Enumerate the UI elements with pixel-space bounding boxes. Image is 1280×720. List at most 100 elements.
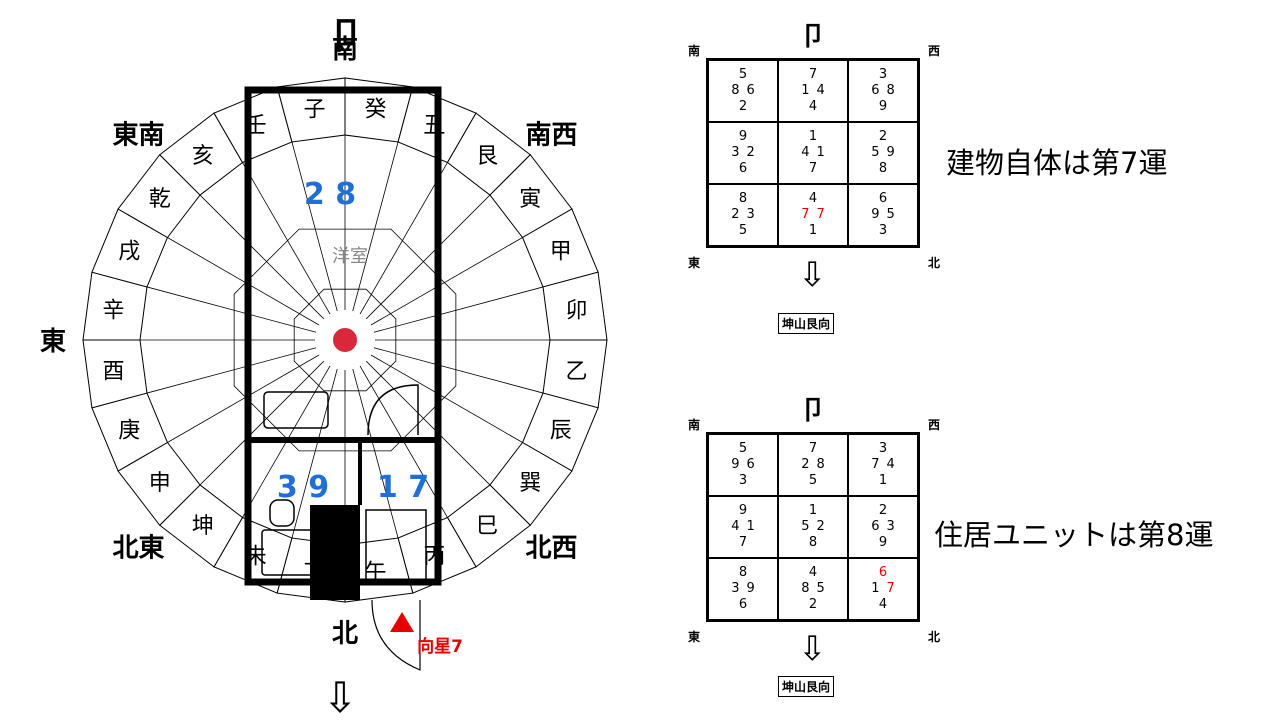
- sector-divider: [199, 360, 325, 486]
- corner-west: 西: [928, 44, 941, 58]
- year-star: 2: [738, 99, 748, 114]
- base-star: 1: [808, 503, 818, 518]
- caption-unit-period: 住居ユニットは第8運: [934, 518, 1214, 552]
- year-star: 6: [738, 161, 748, 176]
- mountain-facing-label: 坤山艮向: [778, 313, 835, 334]
- sector-character: 甲: [550, 240, 572, 265]
- sector-character: 卯: [565, 299, 587, 324]
- sector-character: 丙: [423, 545, 445, 570]
- sector-divider: [199, 194, 325, 320]
- year-star: 4: [878, 597, 888, 612]
- base-star: 3: [878, 67, 888, 82]
- base-star: 9: [738, 129, 748, 144]
- direction-label: 北西: [525, 533, 577, 563]
- mountain-facing-stars: 23: [731, 207, 762, 222]
- year-star: 8: [808, 535, 818, 550]
- facing-star-highlight: 7: [886, 581, 902, 596]
- mountain-symbol: 卩: [328, 16, 364, 57]
- sector-character: 乾: [149, 187, 171, 212]
- sector-character: 子: [304, 97, 326, 122]
- sector-divider: [146, 347, 317, 394]
- mountain-symbol: 卩: [800, 22, 827, 52]
- corner-north: 北: [928, 630, 941, 644]
- caption-building-period: 建物自体は第7運: [946, 146, 1168, 180]
- mountain-facing-stars: 28: [801, 457, 832, 472]
- palace-cell: 1 52 8: [778, 496, 848, 558]
- base-star: 8: [738, 565, 748, 580]
- sector-character: 丑: [423, 113, 445, 138]
- base-star: 7: [808, 441, 818, 456]
- sector-divider: [370, 354, 523, 443]
- direction-label: 東南: [113, 121, 165, 151]
- palace-cell: 4 85 2: [778, 558, 848, 620]
- year-star: 5: [808, 473, 818, 488]
- mountain-facing-stars: 86: [731, 83, 762, 98]
- palace-cell: 9 41 7: [708, 496, 778, 558]
- facing-arrow: ⇩: [798, 255, 827, 295]
- sector-character: 辰: [550, 418, 572, 443]
- mountain-facing-stars: 52: [801, 519, 832, 534]
- sector-divider: [291, 141, 338, 312]
- year-star: 3: [878, 223, 888, 238]
- year-star: 4: [808, 99, 818, 114]
- facing-arrow: ⇩: [798, 629, 827, 669]
- direction-label: 北東: [113, 533, 165, 563]
- base-star: 6: [878, 565, 888, 580]
- palace-cell: 6 95 3: [848, 184, 918, 246]
- sector-divider: [365, 360, 491, 486]
- sector-divider: [352, 141, 399, 312]
- palace-cell: 4 77 1: [778, 184, 848, 246]
- palace-cell: 1 41 7: [778, 122, 848, 184]
- corner-east: 東: [688, 630, 701, 644]
- sector-character: 未: [245, 545, 267, 570]
- year-star: 7: [738, 535, 748, 550]
- base-star: 5: [738, 67, 748, 82]
- sector-divider: [370, 237, 523, 326]
- sector-character: 酉: [102, 359, 124, 384]
- mountain-facing-stars: 41: [731, 519, 762, 534]
- palace-cell: 9 32 6: [708, 122, 778, 184]
- sector-divider: [167, 354, 320, 443]
- year-star: 7: [808, 161, 818, 176]
- direction-label: 東: [40, 327, 66, 357]
- base-star: 7: [808, 67, 818, 82]
- palace-cell: 8 39 6: [708, 558, 778, 620]
- base-star: 3: [878, 441, 888, 456]
- palace-cell: 8 23 5: [708, 184, 778, 246]
- compass-floor-plan: 未坤申庚酉辛戌乾亥壬子癸丑艮寅甲卯乙辰巽巳丙午丁 南西西北西北北東東東南南 卩 …: [40, 16, 608, 720]
- mountain-facing-stars: 85: [801, 581, 832, 596]
- flying-star-chart-unit: 卩 南 西 東 北 5 96 3 7 28 5 3 74 1 9 41 7 1 52 8 2 63 9 8 39 6 4 8…: [688, 396, 948, 714]
- sector-character: 壬: [245, 113, 267, 138]
- blue-number-bath: 3 9: [277, 470, 329, 505]
- mountain-facing-stars: 41: [801, 145, 832, 160]
- sector-divider: [373, 286, 544, 333]
- base-star: 2: [878, 129, 888, 144]
- facing-star-label: 向星7: [417, 636, 463, 657]
- base-star: 5: [738, 441, 748, 456]
- year-star: 1: [878, 473, 888, 488]
- mountain-facing-stars: 59: [871, 145, 902, 160]
- palace-cell: 3 68 9: [848, 60, 918, 122]
- base-star: 2: [878, 503, 888, 518]
- sector-character: 亥: [192, 144, 214, 169]
- sector-character: 申: [149, 471, 171, 496]
- star-grid: 5 96 3 7 28 5 3 74 1 9 41 7 1 52 8 2 63 9 8 39 6 4 85 2 6 17 4: [706, 432, 920, 622]
- sector-character: 乙: [565, 359, 587, 384]
- mountain-facing-label: 坤山艮向: [778, 676, 835, 697]
- sector-character: 午: [364, 561, 386, 586]
- corner-south: 南: [688, 44, 701, 58]
- year-star: 2: [808, 597, 818, 612]
- sector-character: 戌: [118, 240, 140, 265]
- mountain-symbol: 卩: [800, 396, 827, 426]
- corner-east: 東: [688, 256, 701, 270]
- year-star: 8: [878, 161, 888, 176]
- mountain-facing-stars: 77: [801, 207, 832, 222]
- blue-number-living: 2 8: [304, 177, 356, 212]
- corner-south: 南: [688, 418, 701, 432]
- mountain-facing-stars: 14: [801, 83, 832, 98]
- palace-cell: 2 63 9: [848, 496, 918, 558]
- palace-cell: 2 59 8: [848, 122, 918, 184]
- sector-divider: [373, 347, 544, 394]
- mountain-facing-stars: 63: [871, 519, 902, 534]
- mountain-facing-stars: 95: [871, 207, 902, 222]
